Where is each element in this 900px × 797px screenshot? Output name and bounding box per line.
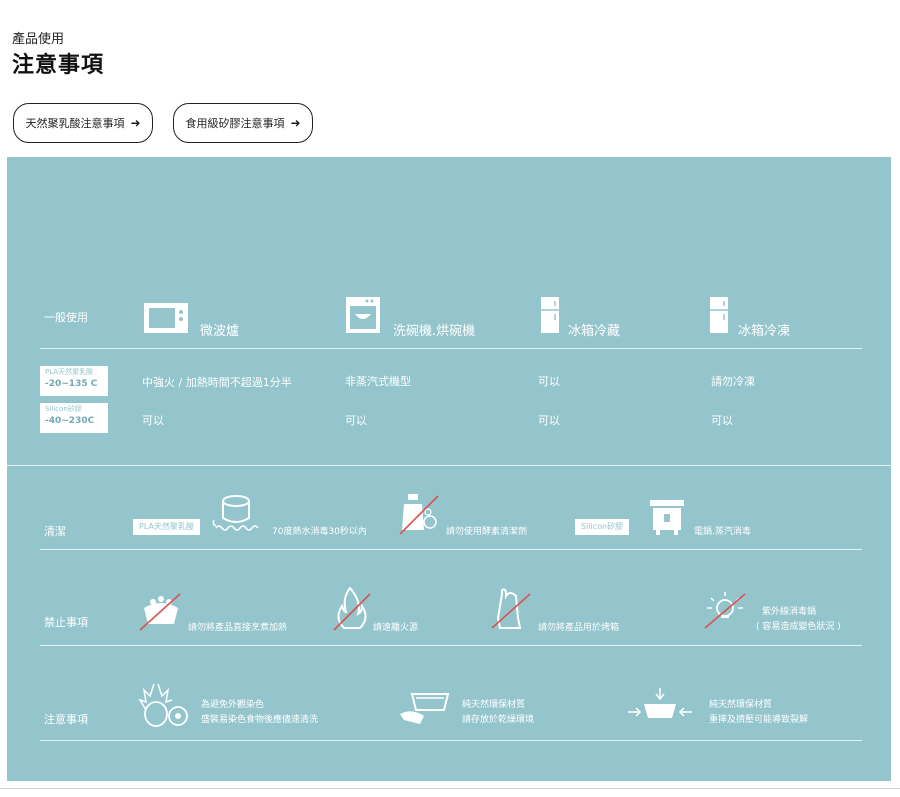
- pla-dishwasher-value: 非蒸汽式機型: [345, 375, 411, 388]
- column-freezer: 冰箱冷凍: [738, 324, 791, 339]
- divider: [40, 348, 862, 349]
- prohibited-item-3: 請勿將產品用於烤箱: [538, 623, 620, 633]
- prohibited-item-2: 請遠離火源: [373, 623, 419, 633]
- silicone-cleaning-text: 電鍋.蒸汽消毒: [694, 527, 751, 537]
- pla-notes-label: 天然聚乳酸注意事項: [25, 117, 125, 130]
- page-bottom-rule: [0, 788, 900, 789]
- produce-icon: [138, 683, 188, 727]
- pla-tag: PLA天然聚乳酸: [133, 519, 200, 535]
- divider: [40, 740, 862, 741]
- divider: [40, 645, 862, 646]
- no-uv-icon: [704, 592, 746, 629]
- prohibited-item-1: 請勿將產品直接烹煮加熱: [188, 623, 288, 633]
- pla-no-enzyme-text: 請勿使用酵素清潔劑: [446, 527, 528, 537]
- dishwasher-icon: [346, 297, 380, 333]
- silicone-microwave-value: 可以: [142, 414, 164, 427]
- page-title: 注意事項: [12, 53, 105, 78]
- row-label-general: 一般使用: [44, 311, 88, 324]
- microwave-icon: [144, 303, 188, 333]
- no-oven-icon: [491, 588, 531, 629]
- column-microwave: 微波爐: [200, 324, 240, 339]
- section-divider: [7, 465, 891, 466]
- fridge-icon: [541, 297, 559, 333]
- hot-water-pot-icon: [212, 495, 259, 531]
- pla-temp-range: -20~135 C: [45, 379, 98, 389]
- silicone-freezer-value: 可以: [711, 414, 733, 427]
- rice-cooker-icon: [650, 500, 684, 535]
- note-3-line2: 重摔及擠壓可能導致裂解: [709, 715, 809, 725]
- silicone-notes-label: 食用級矽膠注意事項: [185, 117, 285, 130]
- pla-notes-button[interactable]: 天然聚乳酸注意事項 ➜: [13, 103, 153, 143]
- silicone-tag: Silicon矽膠: [575, 519, 630, 535]
- silicone-dishwasher-value: 可以: [345, 414, 367, 427]
- pla-cleaning-text: 70度熱水消毒30秒以內: [272, 527, 367, 537]
- no-detergent-icon: [399, 494, 439, 535]
- silicone-fridge-value: 可以: [538, 414, 560, 427]
- bowls-icon: [400, 693, 450, 724]
- note-1-line2: 盛裝易染色食物後應儘速清洗: [201, 715, 319, 725]
- section-subtitle: 產品使用: [12, 32, 65, 47]
- column-fridge: 冰箱冷藏: [568, 324, 621, 339]
- row-label-notes: 注意事項: [44, 713, 88, 726]
- pla-material-badge: PLA天然聚乳酸 -20~135 C: [40, 366, 108, 396]
- arrow-right-icon: ➜: [290, 116, 301, 130]
- note-2-line1: 純天然環保材質: [462, 700, 526, 710]
- pla-fridge-value: 可以: [538, 375, 560, 388]
- no-fire-icon: [333, 586, 371, 631]
- crush-warning-icon: [628, 688, 692, 718]
- pla-microwave-value: 中強火 / 加熱時間不超過1分半: [142, 376, 292, 389]
- column-dishwasher: 洗碗機.烘碗機: [393, 324, 476, 339]
- silicone-temp-range: -40~230C: [45, 416, 95, 426]
- row-label-prohibited: 禁止事項: [44, 616, 88, 629]
- freezer-icon: [710, 297, 728, 333]
- silicone-notes-button[interactable]: 食用級矽膠注意事項 ➜: [173, 103, 313, 143]
- prohibited-uv-line1: 紫外線消毒鍋: [762, 607, 817, 617]
- arrow-right-icon: ➜: [130, 116, 141, 130]
- pla-freezer-value: 請勿冷凍: [711, 375, 755, 388]
- pla-material-name: PLA天然聚乳酸: [45, 368, 94, 376]
- divider: [40, 549, 862, 550]
- no-boiling-icon: [139, 593, 181, 631]
- note-1-line1: 為避免外觀染色: [201, 700, 265, 710]
- row-label-cleaning: 清潔: [44, 525, 66, 538]
- prohibited-uv-line2: ( 容易造成變色狀況 ): [756, 622, 841, 632]
- note-2-line2: 請存放於乾燥環境: [462, 715, 535, 725]
- note-3-line1: 純天然環保材質: [709, 700, 773, 710]
- silicone-material-name: Silicon矽膠: [45, 405, 82, 413]
- silicone-material-badge: Silicon矽膠 -40~230C: [40, 403, 108, 433]
